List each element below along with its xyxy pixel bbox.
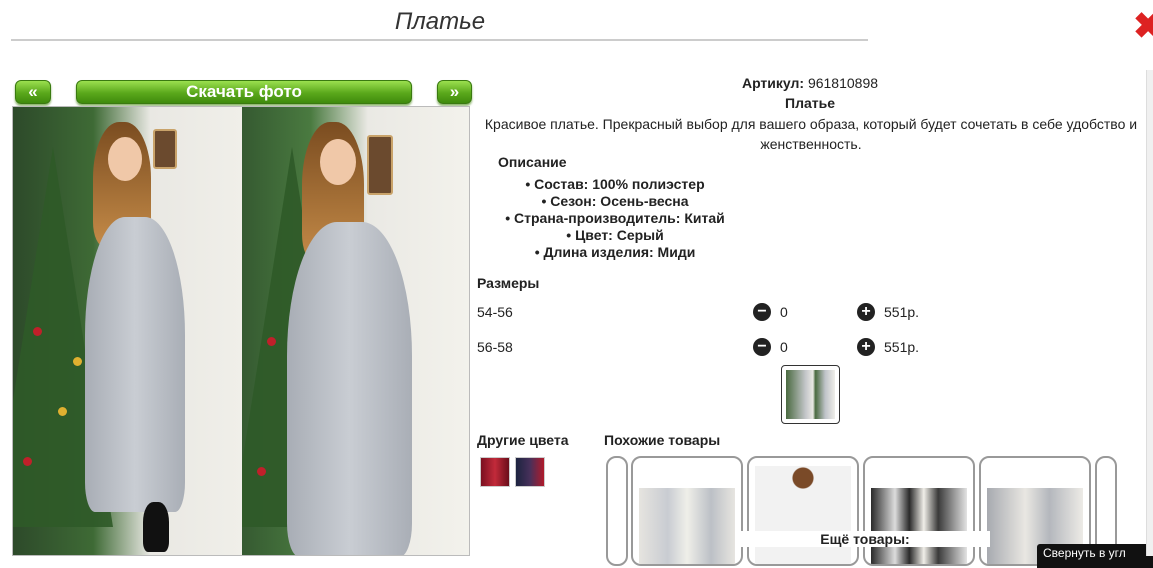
other-color-thumb[interactable] bbox=[515, 457, 545, 487]
scrollbar[interactable] bbox=[1146, 70, 1153, 556]
property-item: Состав: 100% полиэстер bbox=[470, 176, 760, 193]
sizes-heading: Размеры bbox=[477, 275, 540, 291]
similar-card[interactable] bbox=[631, 456, 743, 566]
similar-card[interactable] bbox=[747, 456, 859, 566]
other-color-thumb[interactable] bbox=[480, 457, 510, 487]
next-photo-button[interactable]: » bbox=[437, 80, 472, 104]
product-description: Красивое платье. Прекрасный выбор для ва… bbox=[484, 116, 1138, 152]
photo-left-view bbox=[13, 107, 242, 555]
size-name: 54-56 bbox=[477, 304, 513, 320]
properties-heading: Описание bbox=[498, 154, 567, 170]
product-photo[interactable] bbox=[12, 106, 470, 556]
size-name: 56-58 bbox=[477, 339, 513, 355]
sku-value: 961810898 bbox=[807, 75, 879, 91]
title-divider bbox=[11, 39, 868, 41]
size-qty: 0 bbox=[780, 339, 788, 355]
plus-icon[interactable]: + bbox=[857, 303, 875, 321]
plus-icon[interactable]: + bbox=[857, 338, 875, 356]
similar-card[interactable] bbox=[863, 456, 975, 566]
property-item: Страна-производитель: Китай bbox=[470, 210, 760, 227]
more-products-label: Ещё товары: bbox=[740, 531, 990, 547]
similar-card[interactable] bbox=[606, 456, 628, 566]
minus-icon[interactable]: − bbox=[753, 338, 771, 356]
page-title: Платье bbox=[394, 8, 486, 35]
tooltip: Свернуть в угл bbox=[1037, 544, 1153, 568]
properties-list: Состав: 100% полиэстер Сезон: Осень-весн… bbox=[470, 176, 760, 261]
sku-label: Артикул: bbox=[741, 75, 805, 91]
size-price: 551р. bbox=[884, 304, 920, 320]
similar-heading: Похожие товары bbox=[604, 432, 721, 448]
close-icon[interactable]: ✖ bbox=[1133, 8, 1153, 44]
other-colors-heading: Другие цвета bbox=[477, 432, 569, 448]
product-title: Платье bbox=[785, 95, 835, 111]
property-item: Сезон: Осень-весна bbox=[470, 193, 760, 210]
photo-thumbnail[interactable] bbox=[781, 365, 840, 424]
property-item: Цвет: Серый bbox=[470, 227, 760, 244]
sku: Артикул: 961810898 bbox=[640, 75, 980, 91]
size-row: 56-58 − 0 + 551р. bbox=[477, 338, 977, 359]
size-price: 551р. bbox=[884, 339, 920, 355]
size-qty: 0 bbox=[780, 304, 788, 320]
prev-photo-button[interactable]: « bbox=[15, 80, 51, 104]
minus-icon[interactable]: − bbox=[753, 303, 771, 321]
property-item: Длина изделия: Миди bbox=[470, 244, 760, 261]
photo-right-view bbox=[242, 107, 469, 555]
download-photo-button[interactable]: Скачать фото bbox=[76, 80, 412, 104]
size-row: 54-56 − 0 + 551р. bbox=[477, 303, 977, 324]
